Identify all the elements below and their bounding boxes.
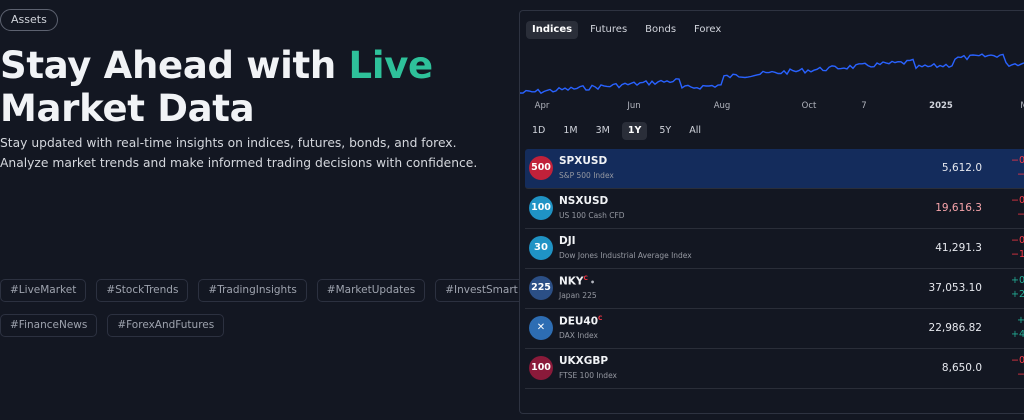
price-line: [520, 53, 1024, 95]
market-tabs: Indices Futures Bonds Forex: [526, 21, 727, 39]
symbol-ticker-text: NSXUSD: [559, 195, 609, 207]
symbol-ticker-text: NKY: [559, 275, 584, 288]
hashtag-chip[interactable]: #StockTrends: [96, 279, 189, 302]
symbol-price: 41,291.3: [935, 242, 982, 254]
symbol-row-deu40[interactable]: ✕ DEU40C DAX Index 22,986.82 + +4: [525, 309, 1024, 349]
tag-row-1: #LiveMarket #StockTrends #TradingInsights #…: [0, 279, 528, 302]
symbol-change-percent: +: [1017, 315, 1024, 326]
symbol-price: 5,612.0: [941, 162, 982, 174]
symbol-description: S&P 500 Index: [559, 171, 614, 180]
hashtag-chip[interactable]: #TradingInsights: [198, 279, 307, 302]
symbol-change-percent: −0: [1010, 235, 1024, 246]
symbol-logo: 30: [529, 236, 553, 260]
x-axis-label: Oct: [801, 101, 817, 111]
hero-description: Stay updated with real-time insights on …: [0, 136, 478, 170]
market-status-dot: •: [589, 277, 596, 287]
symbol-description: US 100 Cash CFD: [559, 211, 625, 220]
range-1y[interactable]: 1Y: [621, 122, 648, 140]
hero-title: Stay Ahead with Live Market Data: [0, 44, 500, 130]
symbol-ticker-text: SPXUSD: [559, 155, 608, 167]
symbol-description: FTSE 100 Index: [559, 371, 617, 380]
hero-title-part2: Market Data: [0, 87, 255, 130]
hero-title-accent: Live: [348, 44, 434, 87]
symbol-list: 500 SPXUSD S&P 500 Index 5,612.0 −0 − 100 NSXUS…: [525, 149, 1024, 389]
range-all[interactable]: All: [683, 122, 707, 140]
symbol-ticker: UKXGBP: [559, 355, 608, 367]
x-axis-label: Aug: [713, 101, 731, 111]
hashtag-chip[interactable]: #InvestSmart: [435, 279, 528, 302]
x-axis-label: Apr: [534, 101, 550, 111]
tab-futures[interactable]: Futures: [584, 21, 633, 39]
symbol-change-value: +2: [1010, 289, 1024, 300]
tab-bonds[interactable]: Bonds: [639, 21, 682, 39]
symbol-change-percent: −0: [1010, 355, 1024, 366]
symbol-row-nsxusd[interactable]: 100 NSXUSD US 100 Cash CFD 19,616.3 −0 −: [525, 189, 1024, 229]
symbol-ticker: DEU40C: [559, 315, 602, 328]
symbol-logo: ✕: [529, 316, 553, 340]
symbol-row-spxusd[interactable]: 500 SPXUSD S&P 500 Index 5,612.0 −0 −: [525, 149, 1024, 189]
symbol-change-value: −1: [1010, 249, 1024, 260]
range-selector: 1D 1M 3M 1Y 5Y All: [526, 122, 707, 140]
symbol-ticker: SPXUSD: [559, 155, 607, 167]
symbol-description: Japan 225: [559, 291, 597, 300]
tab-indices[interactable]: Indices: [526, 21, 579, 39]
symbol-ticker: DJI: [559, 235, 576, 247]
range-5y[interactable]: 5Y: [653, 122, 677, 140]
symbol-logo: 100: [529, 356, 553, 380]
x-axis-label: Jun: [627, 101, 641, 111]
symbol-change-percent: +0: [1010, 275, 1024, 286]
symbol-price: 8,650.0: [941, 362, 982, 374]
symbol-ticker: NKYC •: [559, 275, 595, 288]
tab-forex[interactable]: Forex: [688, 21, 727, 39]
range-1d[interactable]: 1D: [526, 122, 551, 140]
symbol-logo: 100: [529, 196, 553, 220]
cfd-marker: C: [598, 315, 603, 322]
symbol-change-value: −: [1017, 209, 1024, 220]
symbol-ticker-text: DEU40: [559, 315, 599, 328]
symbol-change-value: −: [1017, 369, 1024, 380]
symbol-price: 22,986.82: [928, 322, 982, 334]
symbol-price: 37,053.10: [928, 282, 982, 294]
symbol-change-value: +4: [1010, 329, 1024, 340]
cfd-marker: C: [583, 275, 588, 282]
symbol-change-percent: −0: [1010, 155, 1024, 166]
hashtag-chip[interactable]: #FinanceNews: [0, 314, 98, 337]
symbol-description: DAX Index: [559, 331, 598, 340]
symbol-change-percent: −0: [1010, 195, 1024, 206]
symbol-row-nky[interactable]: 225 NKYC • Japan 225 37,053.10 +0 +2: [525, 269, 1024, 309]
x-axis-label: 7: [861, 101, 867, 111]
x-axis-label: 2025: [929, 101, 953, 111]
symbol-ticker: NSXUSD: [559, 195, 608, 207]
chart-x-axis: Apr Jun Aug Oct 7 2025 M: [520, 101, 1024, 115]
symbol-ticker-text: DJI: [559, 235, 576, 247]
symbol-description: Dow Jones Industrial Average Index: [559, 251, 692, 260]
symbol-logo: 500: [529, 156, 553, 180]
x-axis-label: M: [1020, 101, 1024, 111]
tag-list: #LiveMarket #StockTrends #TradingInsights #…: [0, 279, 528, 349]
hashtag-chip[interactable]: #ForexAndFutures: [107, 314, 225, 337]
symbol-logo: 225: [529, 276, 553, 300]
hashtag-chip[interactable]: #MarketUpdates: [316, 279, 426, 302]
range-3m[interactable]: 3M: [590, 122, 616, 140]
symbol-row-ukxgbp[interactable]: 100 UKXGBP FTSE 100 Index 8,650.0 −0 −: [525, 349, 1024, 389]
hashtag-chip[interactable]: #LiveMarket: [0, 279, 87, 302]
symbol-ticker-text: UKXGBP: [559, 355, 609, 367]
symbol-row-dji[interactable]: 30 DJI Dow Jones Industrial Average Index 4…: [525, 229, 1024, 269]
assets-badge[interactable]: Assets: [0, 9, 58, 31]
symbol-price: 19,616.3: [935, 202, 982, 214]
hero-title-part1: Stay Ahead with: [0, 44, 349, 87]
symbol-change-value: −: [1017, 169, 1024, 180]
range-1m[interactable]: 1M: [557, 122, 583, 140]
tag-row-2: #FinanceNews #ForexAndFutures: [0, 314, 500, 337]
market-overview-widget: Indices Futures Bonds Forex Apr Jun Aug Oct 7 20…: [519, 10, 1024, 414]
